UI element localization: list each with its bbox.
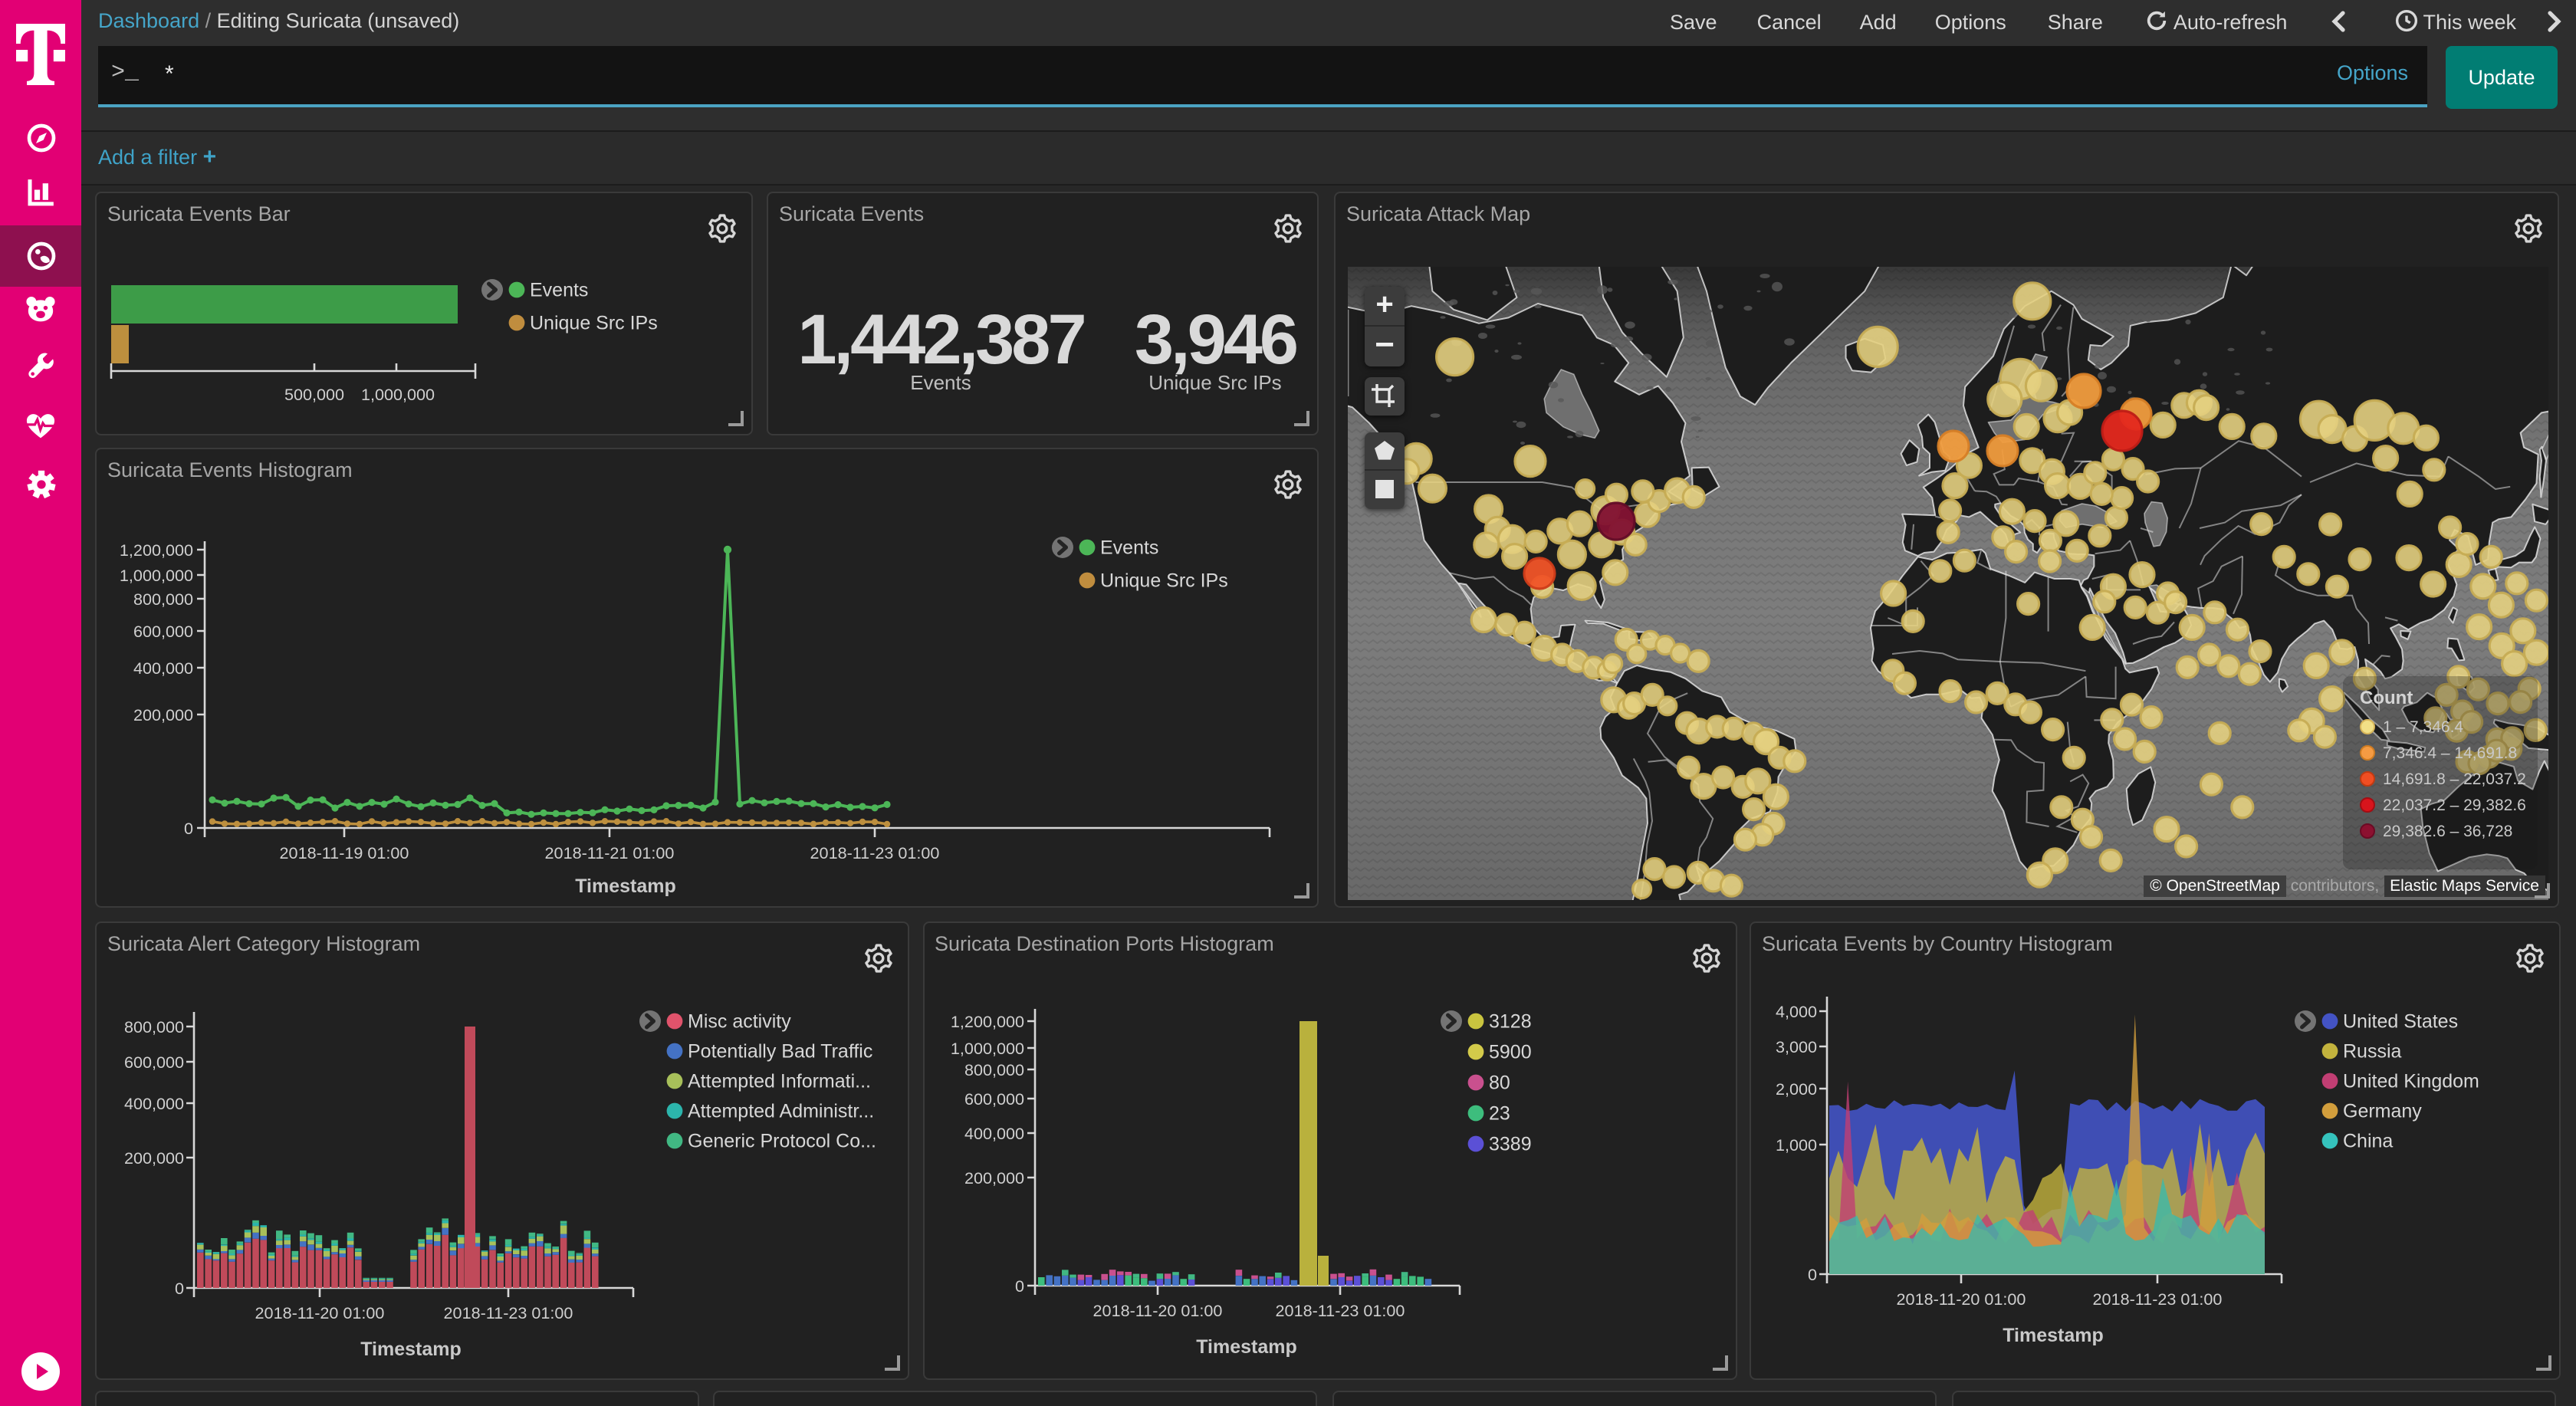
svg-text:Timestamp: Timestamp [575,875,676,897]
svg-text:5900: 5900 [1488,1041,1531,1063]
svg-text:Unique Src IPs: Unique Src IPs [530,312,658,333]
svg-text:600,000: 600,000 [133,622,193,641]
svg-text:0: 0 [1808,1265,1817,1284]
svg-text:2018-11-21 01:00: 2018-11-21 01:00 [545,843,675,862]
svg-text:Timestamp: Timestamp [360,1339,462,1360]
svg-text:800,000: 800,000 [133,590,193,609]
svg-text:2018-11-20 01:00: 2018-11-20 01:00 [1092,1301,1222,1320]
svg-text:1,000,000: 1,000,000 [361,385,435,404]
svg-text:600,000: 600,000 [124,1053,184,1072]
svg-text:0: 0 [175,1279,184,1298]
svg-text:1,000: 1,000 [1776,1135,1817,1155]
svg-text:1,200,000: 1,200,000 [120,540,193,560]
svg-text:Attempted Administr...: Attempted Administr... [688,1100,874,1122]
svg-text:2018-11-23 01:00: 2018-11-23 01:00 [444,1303,573,1322]
svg-text:4,000: 4,000 [1776,1002,1817,1021]
svg-text:0: 0 [184,819,193,838]
svg-text:2018-11-23 01:00: 2018-11-23 01:00 [1275,1301,1405,1320]
svg-text:80: 80 [1488,1072,1510,1093]
svg-text:2018-11-23 01:00: 2018-11-23 01:00 [2093,1289,2223,1309]
svg-text:3,000: 3,000 [1776,1037,1817,1056]
svg-text:Potentially Bad Traffic: Potentially Bad Traffic [688,1040,872,1062]
svg-text:Timestamp: Timestamp [2003,1325,2104,1346]
svg-text:200,000: 200,000 [124,1148,184,1168]
svg-text:China: China [2343,1130,2393,1151]
svg-text:2018-11-20 01:00: 2018-11-20 01:00 [1897,1289,2026,1309]
svg-text:200,000: 200,000 [133,705,193,724]
svg-text:2018-11-20 01:00: 2018-11-20 01:00 [255,1303,385,1322]
svg-text:3128: 3128 [1488,1010,1531,1032]
svg-text:600,000: 600,000 [964,1089,1024,1109]
svg-text:400,000: 400,000 [124,1094,184,1113]
svg-text:United Kingdom: United Kingdom [2343,1070,2479,1092]
svg-text:2,000: 2,000 [1776,1079,1817,1099]
svg-text:Events: Events [530,279,588,301]
svg-text:3389: 3389 [1488,1133,1531,1155]
svg-text:Generic Protocol Co...: Generic Protocol Co... [688,1130,876,1151]
svg-text:1,200,000: 1,200,000 [950,1012,1024,1031]
svg-text:2018-11-23 01:00: 2018-11-23 01:00 [810,843,940,862]
svg-text:400,000: 400,000 [964,1124,1024,1143]
svg-text:Timestamp: Timestamp [1195,1336,1296,1358]
svg-text:Events: Events [1100,537,1158,558]
svg-text:Germany: Germany [2343,1100,2422,1122]
svg-text:1,000,000: 1,000,000 [950,1039,1024,1058]
svg-text:500,000: 500,000 [284,385,344,404]
svg-text:1,000,000: 1,000,000 [120,566,193,585]
svg-text:Attempted Informati...: Attempted Informati... [688,1070,871,1092]
svg-text:800,000: 800,000 [964,1060,1024,1079]
svg-text:Russia: Russia [2343,1040,2402,1062]
svg-text:400,000: 400,000 [133,659,193,678]
svg-text:0: 0 [1014,1276,1024,1296]
svg-text:Unique Src IPs: Unique Src IPs [1100,570,1228,591]
svg-text:23: 23 [1488,1102,1510,1124]
svg-text:United States: United States [2343,1010,2458,1032]
svg-text:800,000: 800,000 [124,1017,184,1036]
svg-text:2018-11-19 01:00: 2018-11-19 01:00 [280,843,409,862]
svg-text:Misc activity: Misc activity [688,1010,791,1032]
svg-text:200,000: 200,000 [964,1168,1024,1188]
